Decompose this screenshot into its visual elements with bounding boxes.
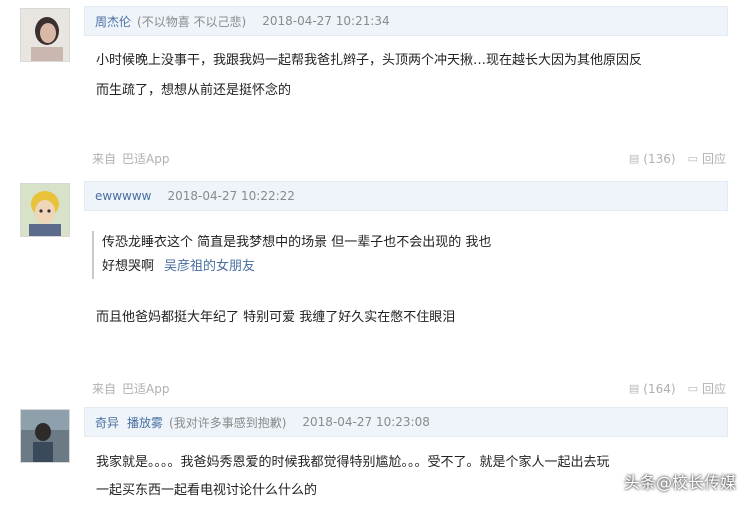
avatar-image bbox=[21, 410, 69, 462]
comment-header: 周杰伦 (不以物喜 不以己悲) 2018-04-27 10:21:34 bbox=[84, 6, 728, 36]
username-link[interactable]: 奇异 bbox=[95, 414, 119, 431]
comment-header: 奇异 播放雾 (我对许多事感到抱歉) 2018-04-27 10:23:08 bbox=[84, 407, 728, 437]
reply-label: 回应 bbox=[701, 152, 726, 166]
avatar[interactable] bbox=[20, 8, 70, 62]
quote-line: 好想哭啊 吴彦祖的女朋友 bbox=[102, 259, 256, 274]
reply-icon: ▭ bbox=[687, 382, 698, 395]
quote-line: 传恐龙睡衣这个 简直是我梦想中的场景 但一辈子也不会出现的 我也 bbox=[102, 235, 492, 250]
timestamp: 2018-04-27 10:21:34 bbox=[262, 14, 390, 28]
comment-text: 我家就是。。。。我爸妈秀恩爱的时候我都觉得特别尴尬。。。受不了。就是个家人一起出… bbox=[96, 449, 710, 505]
reply-button[interactable]: ▭ 回应 bbox=[688, 380, 726, 397]
username-secondary-link[interactable]: 播放雾 bbox=[127, 414, 163, 431]
comment-line: 小时候晚上没事干，我跟我妈一起帮我爸扎辫子，头顶两个冲天揪…现在越长大因为其他原… bbox=[96, 53, 643, 68]
timestamp: 2018-04-27 10:22:22 bbox=[167, 189, 295, 203]
comment-text: 小时候晚上没事干，我跟我妈一起帮我爸扎辫子，头顶两个冲天揪…现在越长大因为其他原… bbox=[96, 46, 710, 106]
comment-header: ewwwww 2018-04-27 10:22:22 bbox=[84, 181, 728, 211]
comment-line: 一起买东西一起看电视讨论什么什么的 bbox=[96, 483, 318, 498]
avatar-image bbox=[21, 184, 69, 236]
comment-line: 我家就是。。。。我爸妈秀恩爱的时候我都觉得特别尴尬。。。受不了。就是个家人一起出… bbox=[96, 455, 610, 470]
comment-footer: 来自 巴适App ▤ (164) ▭ 回应 bbox=[92, 380, 726, 400]
avatar[interactable] bbox=[20, 409, 70, 463]
comment-footer: 来自 巴适App ▤ (136) ▭ 回应 bbox=[92, 150, 726, 170]
quote-author-link[interactable]: 吴彦祖的女朋友 bbox=[164, 259, 255, 274]
comment-item: ewwwww 2018-04-27 10:22:22 传恐龙睡衣这个 简直是我梦… bbox=[0, 175, 750, 405]
username-link[interactable]: 周杰伦 bbox=[95, 13, 131, 30]
reply-icon: ▭ bbox=[687, 152, 698, 165]
comment-item: 周杰伦 (不以物喜 不以己悲) 2018-04-27 10:21:34 小时候晚… bbox=[0, 0, 750, 175]
comment-line: 而生疏了，想想从前还是挺怀念的 bbox=[96, 83, 292, 98]
comment-text: 而且他爸妈都挺大年纪了 特别可爱 我缠了好久实在憋不住眼泪 bbox=[96, 303, 710, 333]
avatar-image bbox=[21, 9, 69, 61]
like-button[interactable]: ▤ (136) bbox=[629, 152, 676, 166]
quoted-reply: 传恐龙睡衣这个 简直是我梦想中的场景 但一辈子也不会出现的 我也 好想哭啊 吴彦祖… bbox=[92, 231, 522, 279]
timestamp: 2018-04-27 10:23:08 bbox=[302, 415, 430, 429]
source-label: 来自 巴适App bbox=[92, 382, 170, 396]
like-button[interactable]: ▤ (164) bbox=[629, 382, 676, 396]
reply-label: 回应 bbox=[701, 382, 726, 396]
username-link[interactable]: ewwwww bbox=[95, 189, 151, 203]
watermark: 头条@校长传媒 bbox=[623, 473, 736, 492]
thumbs-icon: ▤ bbox=[628, 152, 640, 165]
comment-line: 而且他爸妈都挺大年纪了 特别可爱 我缠了好久实在憋不住眼泪 bbox=[96, 310, 456, 325]
source-label: 来自 巴适App bbox=[92, 152, 170, 166]
source-app-link[interactable]: 巴适App bbox=[122, 382, 169, 396]
thumbs-icon: ▤ bbox=[628, 382, 640, 395]
reply-button[interactable]: ▭ 回应 bbox=[688, 150, 726, 167]
like-count: (136) bbox=[643, 151, 676, 166]
source-app-link[interactable]: 巴适App bbox=[122, 152, 169, 166]
avatar[interactable] bbox=[20, 183, 70, 237]
user-signature: (不以物喜 不以己悲) bbox=[137, 14, 247, 29]
like-count: (164) bbox=[643, 381, 676, 396]
user-signature: (我对许多事感到抱歉) bbox=[169, 415, 287, 430]
